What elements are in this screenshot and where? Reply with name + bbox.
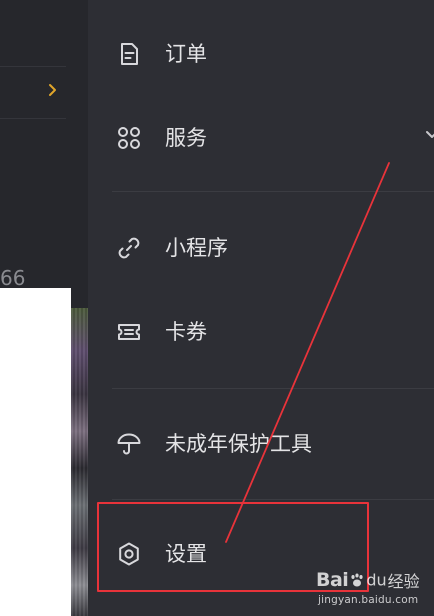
document-icon xyxy=(116,41,142,67)
background-card xyxy=(0,288,71,616)
watermark: Bai du经验 jingyan.baidu.com xyxy=(312,566,434,616)
background-divider xyxy=(0,66,66,67)
ticket-icon xyxy=(116,319,142,345)
watermark-logo: Bai du经验 xyxy=(316,568,420,594)
umbrella-icon xyxy=(116,431,142,457)
menu-item-mini-programs[interactable]: 小程序 xyxy=(88,206,434,290)
watermark-product: 经验 xyxy=(387,572,420,591)
watermark-brand: Bai xyxy=(316,569,349,591)
menu-item-label: 卡券 xyxy=(165,320,207,344)
watermark-brand-suffix: du xyxy=(366,570,387,590)
link-icon xyxy=(116,235,142,261)
menu-divider xyxy=(112,191,434,192)
menu-item-label: 小程序 xyxy=(165,236,228,260)
menu-item-label: 订单 xyxy=(165,42,207,66)
menu-item-label: 服务 xyxy=(165,126,207,150)
background-divider xyxy=(0,118,66,119)
background-photo xyxy=(71,308,88,616)
grid-icon xyxy=(116,125,142,151)
background-page: 66 xyxy=(0,0,88,616)
chevron-right-icon[interactable] xyxy=(46,80,60,100)
menu-item-label: 未成年保护工具 xyxy=(165,432,312,456)
menu-item-services[interactable]: 服务 xyxy=(88,96,434,180)
menu-item-orders[interactable]: 订单 xyxy=(88,12,434,96)
menu-divider xyxy=(112,388,434,389)
menu-item-minor-protection[interactable]: 未成年保护工具 xyxy=(88,402,434,486)
chevron-down-icon[interactable] xyxy=(426,128,434,142)
paw-icon xyxy=(351,573,363,587)
menu-item-coupons[interactable]: 卡券 xyxy=(88,290,434,374)
screen: 66 订单 服务 小程序 卡券 未成年保护工具 设置 Bai du经验 jing… xyxy=(0,0,434,616)
menu-divider xyxy=(112,499,434,500)
watermark-url: jingyan.baidu.com xyxy=(318,594,419,606)
